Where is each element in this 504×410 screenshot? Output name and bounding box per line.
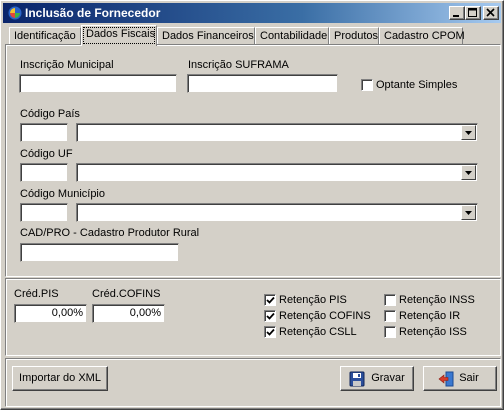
- maximize-icon: [468, 8, 477, 17]
- checkmark-icon: [266, 296, 275, 304]
- chevron-down-icon: [465, 131, 472, 135]
- retencao-inss-checkbox[interactable]: [384, 294, 396, 306]
- window-title: Inclusão de Fornecedor: [25, 6, 161, 20]
- retencao-inss-label: Retenção INSS: [399, 294, 475, 306]
- sair-button[interactable]: Sair: [423, 366, 497, 391]
- tab-identificacao[interactable]: Identificação: [9, 27, 81, 45]
- codigo-municipio-label: Código Município: [20, 188, 105, 200]
- municipio-select[interactable]: [76, 203, 478, 222]
- sair-label: Sair: [459, 372, 479, 384]
- pais-select[interactable]: [76, 123, 478, 142]
- tab-dados-financeiros[interactable]: Dados Financeiros: [157, 27, 255, 45]
- uf-select[interactable]: [76, 163, 478, 182]
- retencao-iss-checkbox[interactable]: [384, 326, 396, 338]
- cad-pro-label: CAD/PRO - Cadastro Produtor Rural: [20, 227, 200, 239]
- retencao-csll-label: Retenção CSLL: [279, 326, 357, 338]
- supplier-window: Inclusão de Fornecedor Identificação Dad…: [0, 0, 504, 410]
- fiscal-panel: Inscrição Municipal Inscrição SUFRAMA Op…: [5, 44, 501, 277]
- title-bar[interactable]: Inclusão de Fornecedor: [3, 3, 501, 23]
- optante-simples-label: Optante Simples: [376, 79, 458, 91]
- tab-label: Produtos: [334, 30, 379, 42]
- retencao-pis-label: Retenção PIS: [279, 294, 347, 306]
- tab-cadastro-cpom[interactable]: Cadastro CPOM: [379, 27, 465, 45]
- cad-pro-input[interactable]: [20, 243, 179, 262]
- tab-label: Identificação: [14, 30, 76, 42]
- tab-label: Dados Financeiros: [162, 30, 254, 42]
- minimize-button[interactable]: [449, 6, 465, 20]
- cred-cofins-label: Créd.COFINS: [92, 288, 161, 300]
- inscricao-suframa-label: Inscrição SUFRAMA: [188, 59, 289, 71]
- municipio-dropdown-button[interactable]: [461, 205, 476, 220]
- cred-cofins-input[interactable]: 0,00%: [92, 304, 165, 323]
- importar-xml-label: Importar do XML: [19, 372, 101, 384]
- codigo-uf-label: Código UF: [20, 148, 73, 160]
- pais-dropdown-button[interactable]: [461, 125, 476, 140]
- close-icon: [486, 8, 495, 17]
- retencao-iss-label: Retenção ISS: [399, 326, 467, 338]
- cred-pis-input[interactable]: 0,00%: [14, 304, 87, 323]
- cred-pis-label: Créd.PIS: [14, 288, 59, 300]
- retencao-ir-label: Retenção IR: [399, 310, 461, 322]
- credits-panel: Créd.PIS 0,00% Créd.COFINS 0,00% Retençã…: [5, 278, 501, 356]
- exit-door-icon: [438, 371, 454, 387]
- close-button[interactable]: [483, 6, 499, 20]
- retencao-cofins-checkbox[interactable]: [264, 310, 276, 322]
- maximize-button[interactable]: [465, 6, 481, 20]
- app-icon: [7, 5, 23, 21]
- retencao-ir-checkbox[interactable]: [384, 310, 396, 322]
- chevron-down-icon: [465, 171, 472, 175]
- save-icon: [349, 371, 365, 387]
- gravar-button[interactable]: Gravar: [340, 366, 414, 391]
- codigo-pais-input[interactable]: [20, 123, 68, 142]
- codigo-pais-label: Código País: [20, 108, 80, 120]
- gravar-label: Gravar: [371, 372, 405, 384]
- optante-simples-checkbox[interactable]: [361, 79, 373, 91]
- chevron-down-icon: [465, 211, 472, 215]
- inscricao-suframa-input[interactable]: [187, 74, 338, 93]
- inscricao-municipal-label: Inscrição Municipal: [20, 59, 114, 71]
- tab-dados-fiscais[interactable]: Dados Fiscais: [81, 25, 157, 46]
- inscricao-municipal-input[interactable]: [19, 74, 177, 93]
- checkmark-icon: [266, 328, 275, 336]
- actions-panel: Importar do XML Gravar Sair: [5, 358, 501, 407]
- tab-label: Contabilidade: [260, 30, 328, 42]
- codigo-uf-input[interactable]: [20, 163, 68, 182]
- retencao-csll-checkbox[interactable]: [264, 326, 276, 338]
- tab-strip: Identificação Dados Fiscais Dados Financ…: [5, 25, 499, 46]
- tab-produtos[interactable]: Produtos: [329, 27, 379, 45]
- tab-label: Cadastro CPOM: [384, 30, 465, 42]
- retencao-pis-checkbox[interactable]: [264, 294, 276, 306]
- uf-dropdown-button[interactable]: [461, 165, 476, 180]
- checkmark-icon: [266, 312, 275, 320]
- importar-xml-button[interactable]: Importar do XML: [12, 366, 108, 391]
- retencao-cofins-label: Retenção COFINS: [279, 310, 371, 322]
- tab-contabilidade[interactable]: Contabilidade: [255, 27, 329, 45]
- codigo-municipio-input[interactable]: [20, 203, 68, 222]
- tab-label: Dados Fiscais: [86, 28, 156, 40]
- minimize-icon: [453, 15, 459, 17]
